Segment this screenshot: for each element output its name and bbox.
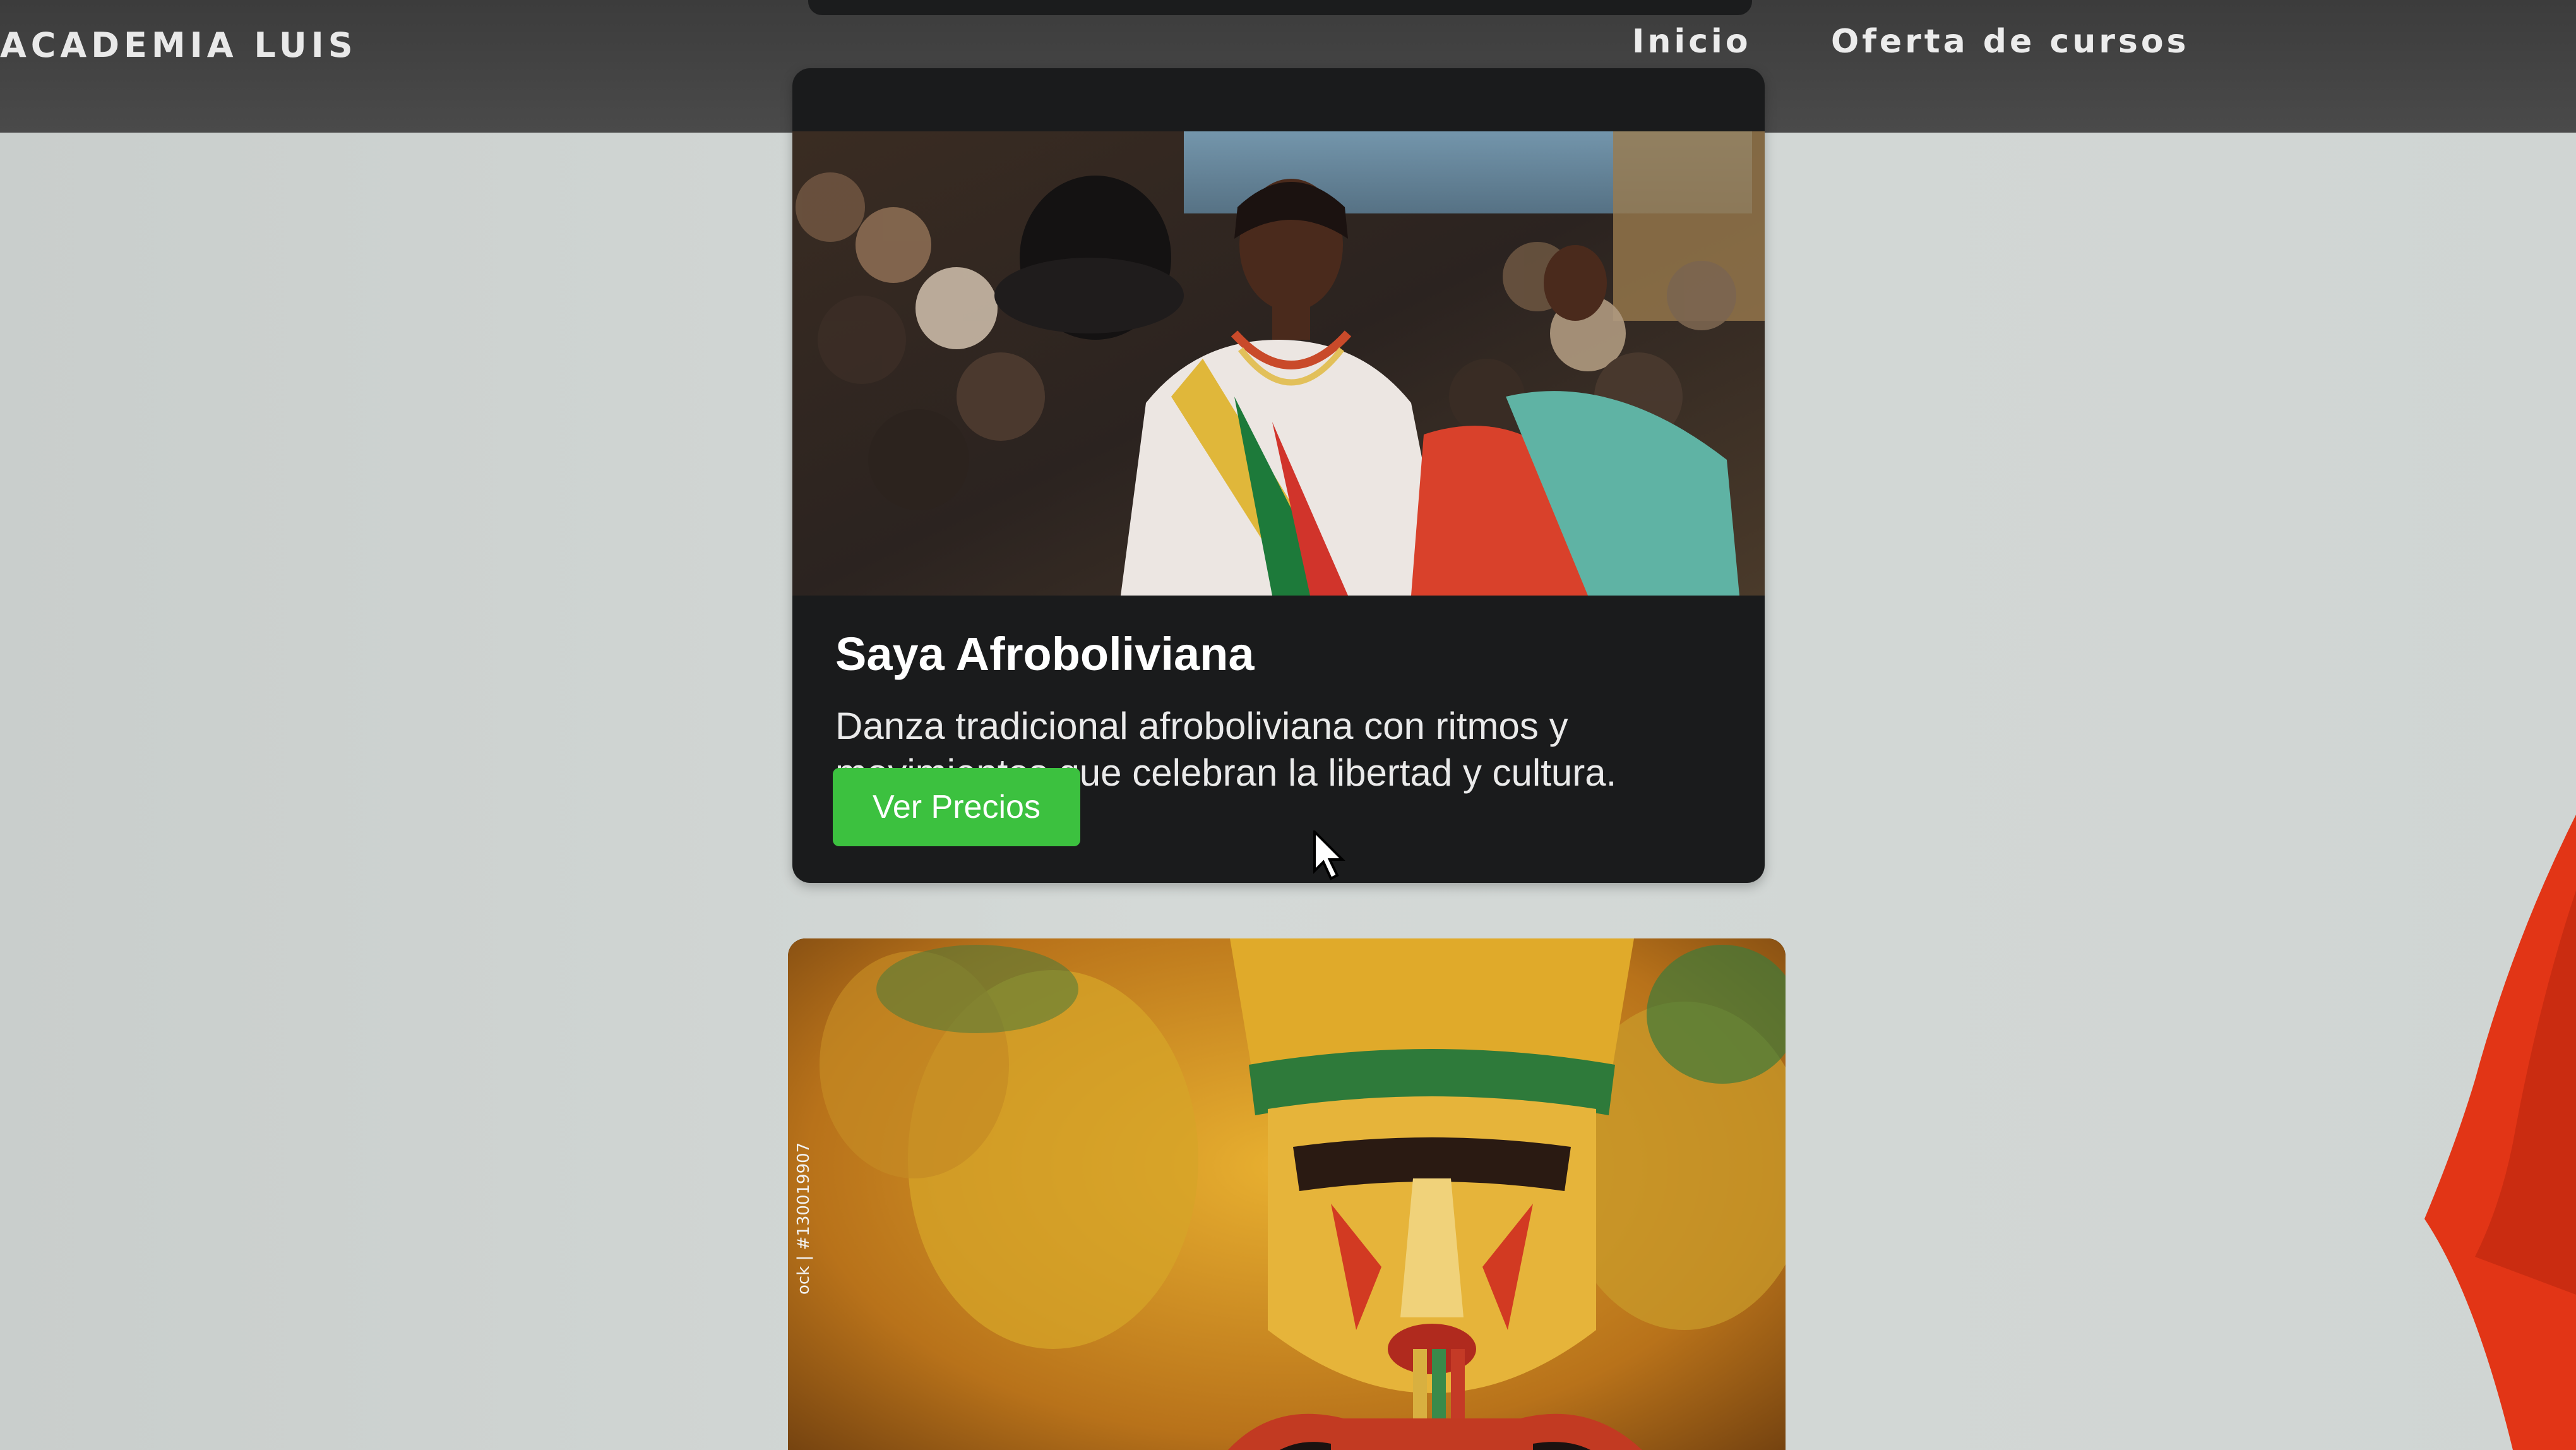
nav-link-inicio[interactable]: Inicio (1632, 23, 1751, 61)
page: ACADEMIA LUIS Inicio Oferta de cursos Sa… (0, 0, 2576, 1450)
previous-card-edge (808, 0, 1752, 15)
mouse-cursor-icon (1312, 829, 1350, 881)
nav-link-oferta-de-cursos[interactable]: Oferta de cursos (1831, 23, 2190, 61)
brand-logo-text[interactable]: ACADEMIA LUIS (0, 25, 357, 65)
course-image-saya (792, 131, 1765, 596)
course-card-mask-dance (788, 938, 1786, 1450)
course-title: Saya Afroboliviana (835, 628, 1255, 680)
decorative-red-fabric (2248, 815, 2576, 1450)
course-card-saya: Saya Afroboliviana Danza tradicional afr… (792, 68, 1765, 883)
course-image-mask-dance (788, 938, 1786, 1450)
ver-precios-button[interactable]: Ver Precios (833, 768, 1080, 846)
image-watermark: ock | #130019907 (794, 1142, 813, 1295)
